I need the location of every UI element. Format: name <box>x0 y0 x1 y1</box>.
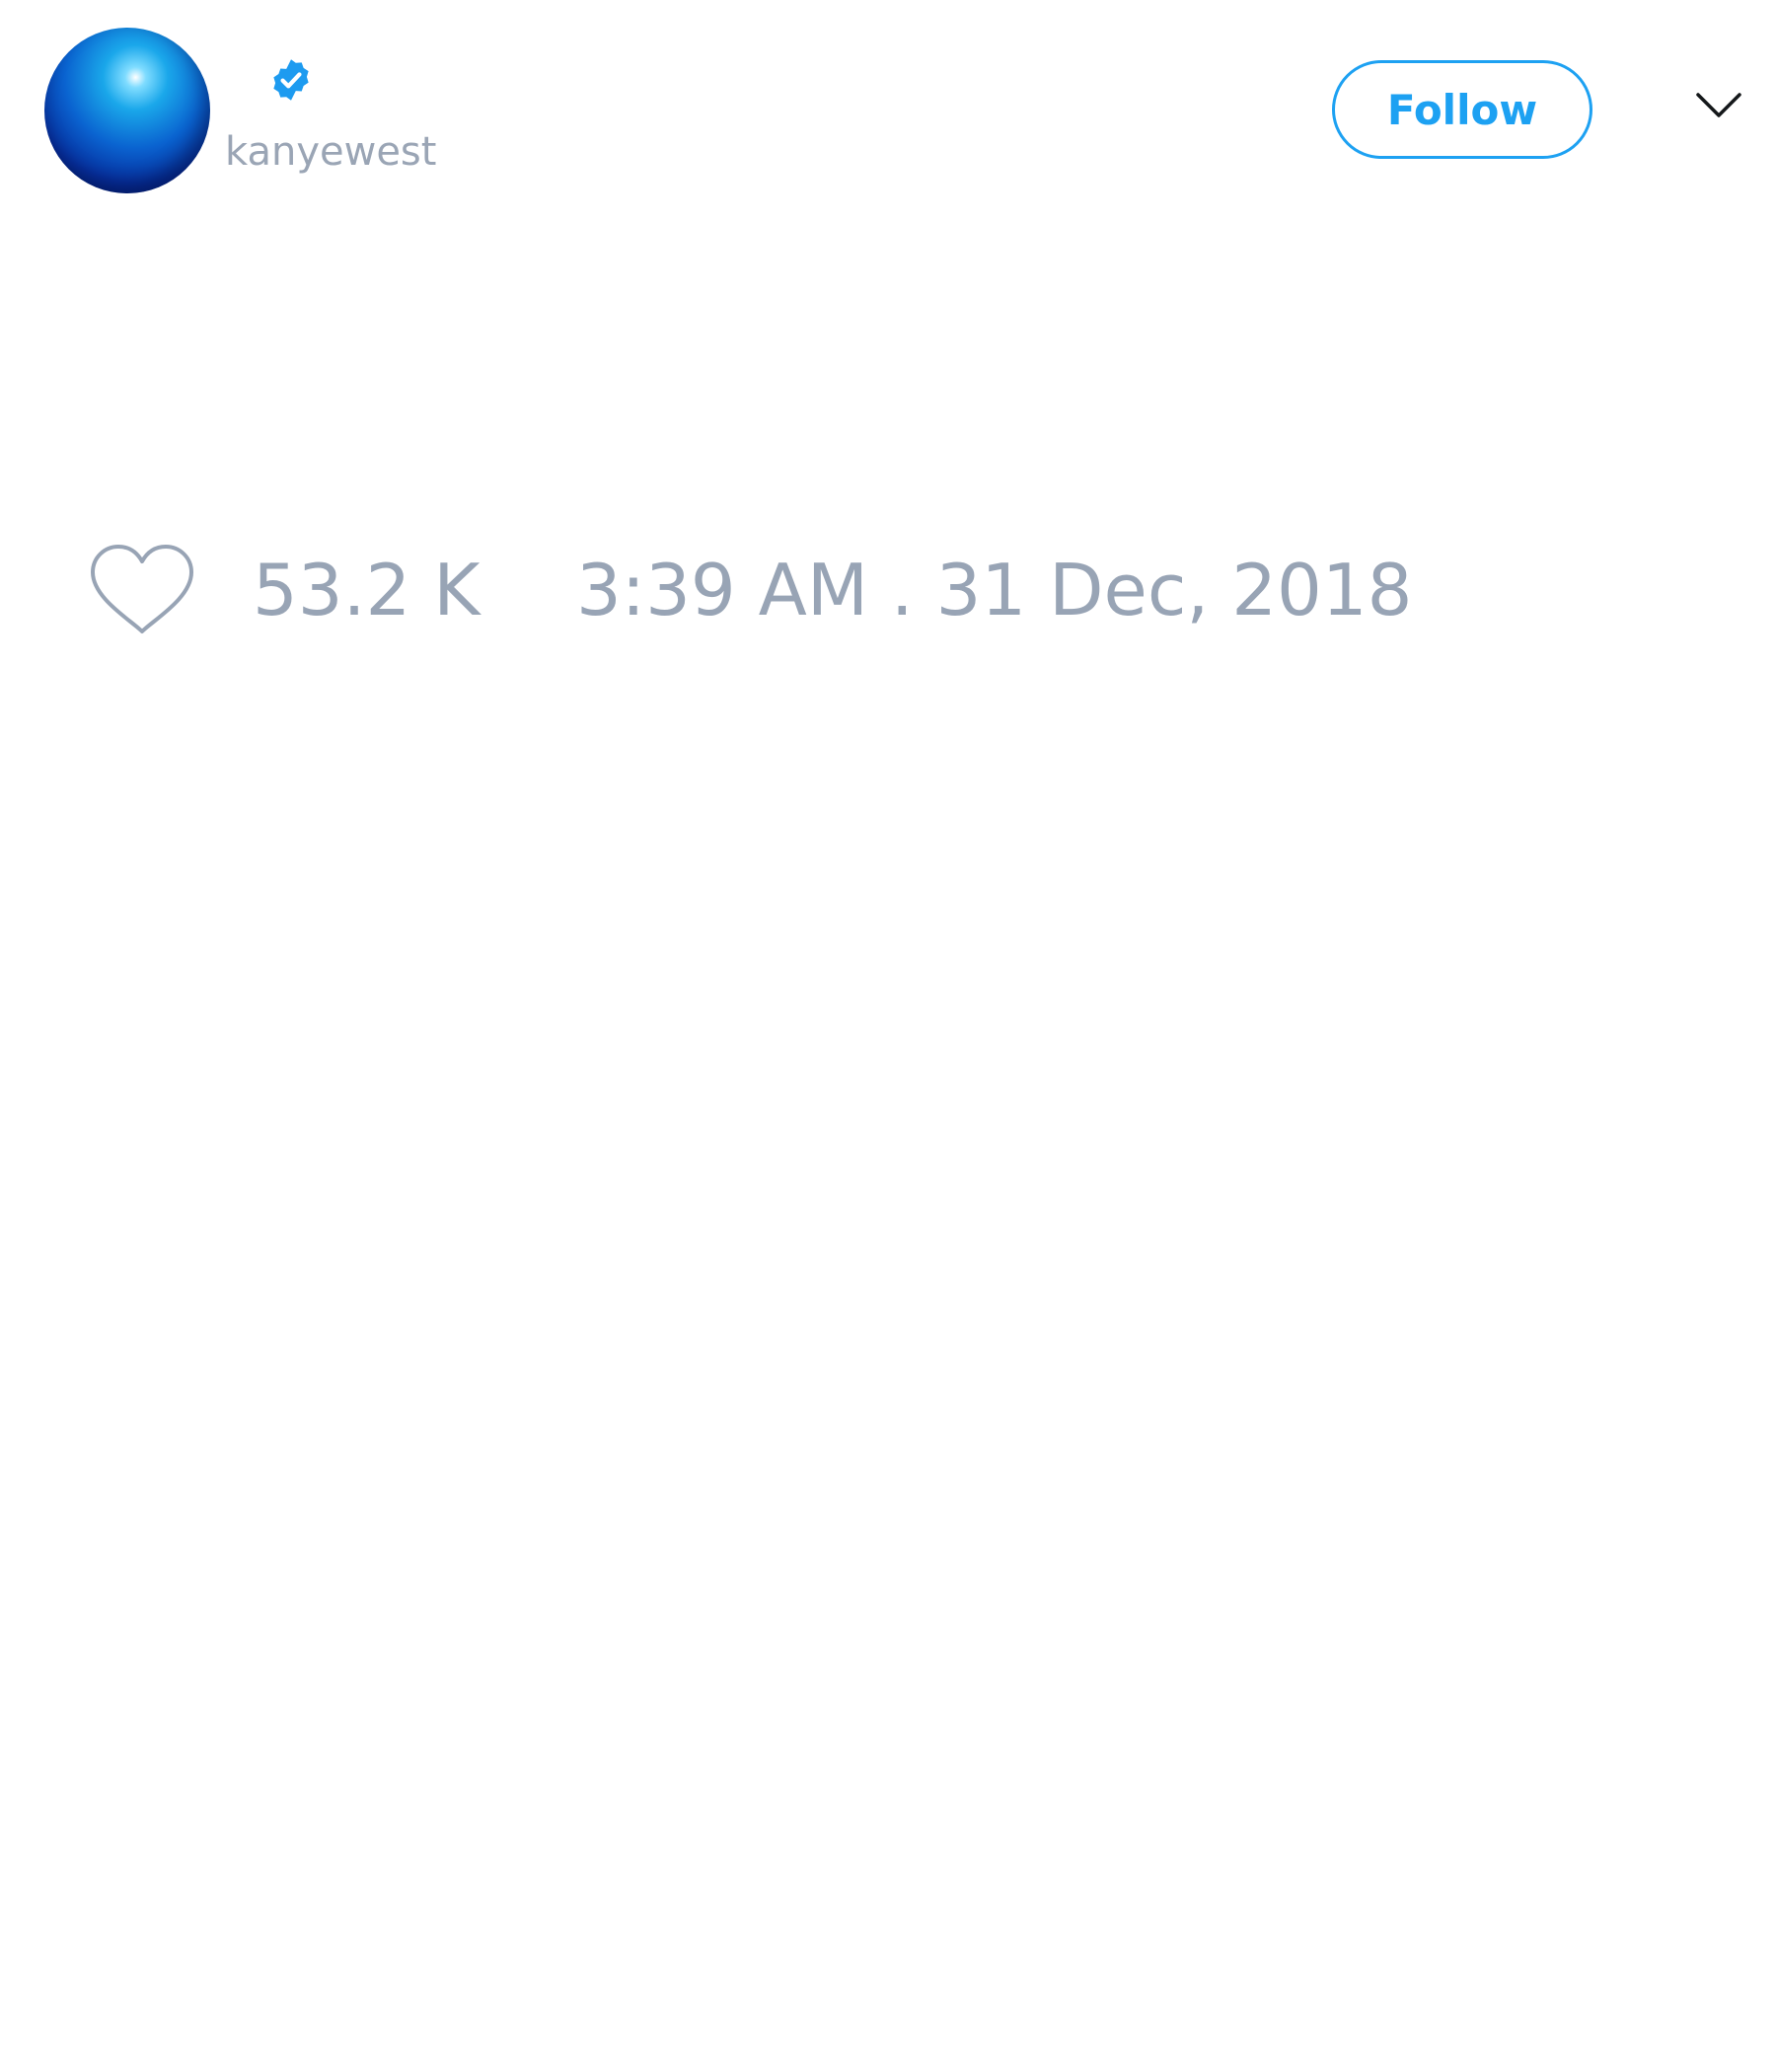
avatar[interactable] <box>44 28 210 193</box>
heart-outline-icon[interactable] <box>89 543 195 637</box>
username[interactable]: kanyewest <box>225 126 436 178</box>
verified-badge-icon <box>273 59 309 101</box>
follow-button[interactable]: Follow <box>1332 60 1592 159</box>
chevron-down-icon[interactable] <box>1695 91 1742 120</box>
like-count: 53.2 K <box>253 549 481 631</box>
tweet-timestamp[interactable]: 3:39 AM . 31 Dec, 2018 <box>576 549 1412 631</box>
